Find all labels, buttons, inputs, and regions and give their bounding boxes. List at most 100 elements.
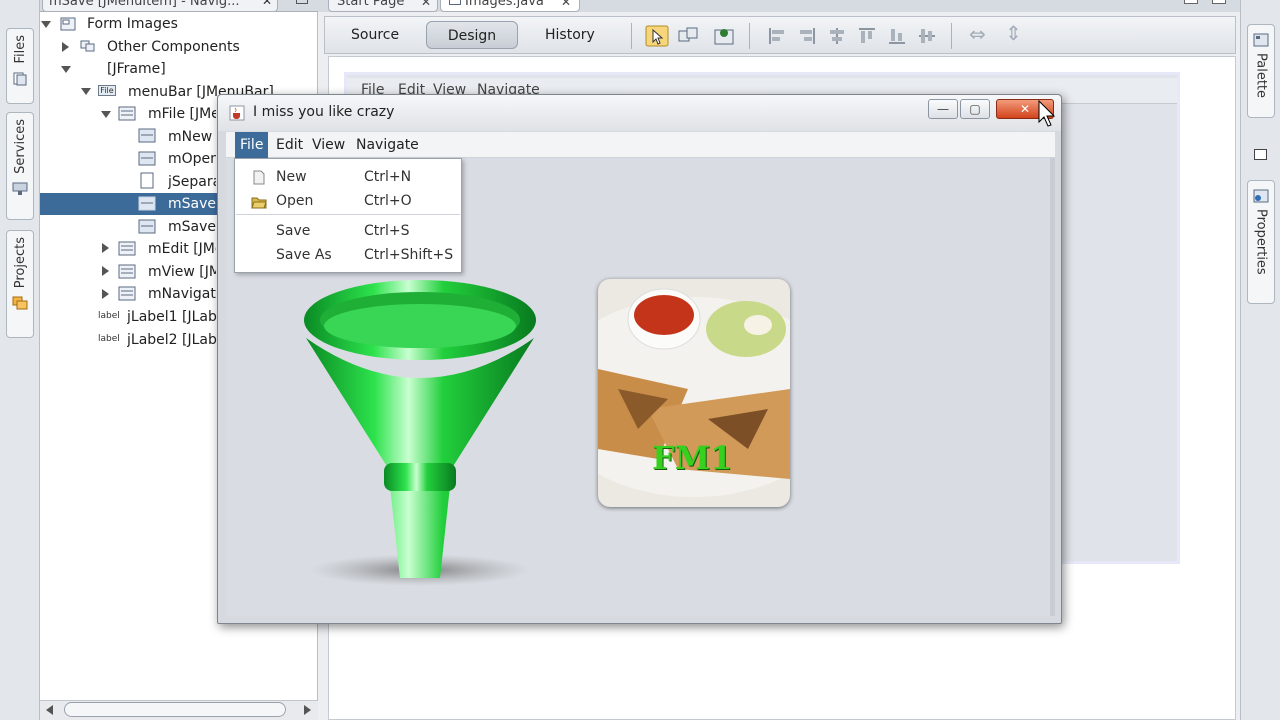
- editor-tab-bar: Start Page ✕ Images.java ✕: [318, 0, 1240, 12]
- expand-down-icon[interactable]: [41, 21, 51, 28]
- menu-item-new-label: New: [276, 169, 307, 185]
- menubar-icon: File: [98, 85, 116, 96]
- components-icon: [80, 40, 95, 52]
- tree-item-jframe[interactable]: [JFrame]: [107, 58, 166, 80]
- mouse-cursor-icon: [1038, 100, 1056, 127]
- label-icon: label: [98, 334, 120, 344]
- menu-item-new-shortcut: Ctrl+N: [364, 169, 412, 185]
- selection-mode-icon[interactable]: [645, 25, 669, 47]
- expand-down-icon[interactable]: [101, 111, 111, 118]
- menu-item-save[interactable]: Save Ctrl+S: [235, 219, 461, 243]
- new-file-icon: [253, 170, 265, 185]
- connection-mode-icon[interactable]: [677, 25, 699, 47]
- align-top-icon[interactable]: [857, 26, 877, 46]
- open-folder-icon: [251, 197, 267, 209]
- tab-images-java-label: Images.java: [465, 0, 544, 9]
- menu-icon: [118, 264, 136, 279]
- tree-item-mopen[interactable]: mOpen: [168, 148, 216, 170]
- editor-toolbar: Source Design History ⇔ ⇕: [324, 16, 1236, 54]
- history-button[interactable]: History: [533, 21, 607, 49]
- navigator-tab-title: mSave [JMenuItem] - Navig...: [49, 0, 240, 9]
- expand-down-icon[interactable]: [81, 88, 91, 95]
- tree-item-mnew[interactable]: mNew: [168, 126, 216, 148]
- expand-right-icon[interactable]: [102, 289, 109, 299]
- properties-side-tab[interactable]: Properties: [1247, 180, 1275, 304]
- align-bottom-icon[interactable]: [887, 26, 907, 46]
- menu-icon: [118, 286, 136, 301]
- close-icon[interactable]: ✕: [421, 0, 431, 11]
- design-button[interactable]: Design: [426, 21, 518, 49]
- close-icon[interactable]: ✕: [561, 0, 571, 11]
- menu-edit[interactable]: Edit: [271, 132, 308, 158]
- palette-icon: [1253, 33, 1269, 47]
- files-icon: [13, 72, 27, 86]
- menu-file[interactable]: File: [235, 132, 269, 158]
- restore-window-icon[interactable]: [296, 0, 308, 4]
- projects-tab-label: Projects: [12, 237, 28, 289]
- left-side-strip: Files Services Projects: [0, 0, 40, 720]
- menu-item-new[interactable]: New Ctrl+N: [235, 165, 461, 189]
- menu-separator: [236, 214, 460, 215]
- menu-item-open-shortcut: Ctrl+O: [364, 193, 412, 209]
- scroll-left-icon[interactable]: [46, 705, 53, 715]
- content-scroll-edge: [1050, 158, 1055, 616]
- tree-item-jlabel1[interactable]: jLabel1 [JLabel]: [127, 306, 217, 328]
- restore-window-icon[interactable]: [1254, 149, 1267, 160]
- vertical-resize-icon[interactable]: ⇕: [1005, 21, 1022, 45]
- menu-navigate[interactable]: Navigate: [351, 132, 424, 158]
- window-title-bar[interactable]: I miss you like crazy — ▢ ✕: [218, 95, 1061, 131]
- expand-down-icon[interactable]: [61, 66, 71, 73]
- align-left-icon[interactable]: [767, 26, 787, 46]
- close-icon[interactable]: ✕: [262, 0, 272, 8]
- align-right-icon[interactable]: [797, 26, 817, 46]
- tree-item-other-components[interactable]: Other Components: [107, 36, 240, 58]
- menu-icon: [118, 106, 136, 121]
- preview-design-icon[interactable]: [713, 25, 735, 47]
- center-horizontal-icon[interactable]: [827, 26, 847, 46]
- java-file-icon: [449, 0, 461, 5]
- tab-start-page[interactable]: Start Page ✕: [328, 0, 438, 12]
- expand-right-icon[interactable]: [102, 243, 109, 253]
- menu-item-save-shortcut: Ctrl+S: [364, 223, 410, 239]
- tree-item-jlabel2[interactable]: jLabel2 [JLabel]: [127, 329, 217, 351]
- tree-item-mview[interactable]: mView [JMenu]: [148, 261, 216, 283]
- menuitem-icon: [138, 128, 156, 143]
- restore-editor-icon[interactable]: [1212, 0, 1226, 4]
- menu-view[interactable]: View: [307, 132, 350, 158]
- scrollbar-thumb[interactable]: [64, 702, 286, 717]
- projects-icon: [12, 296, 28, 310]
- tree-item-msave[interactable]: mSave: [168, 193, 216, 215]
- tree-item-mfile[interactable]: mFile [JMenu]: [148, 103, 216, 125]
- toolbar-divider: [951, 23, 952, 49]
- menu-item-save-as[interactable]: Save As Ctrl+Shift+S: [235, 243, 461, 267]
- tab-images-java[interactable]: Images.java ✕: [440, 0, 580, 12]
- fm1-text: FM1: [652, 439, 733, 477]
- source-button[interactable]: Source: [339, 21, 411, 49]
- center-vertical-icon[interactable]: [917, 26, 937, 46]
- maximize-button[interactable]: ▢: [960, 99, 990, 119]
- scroll-right-icon[interactable]: [304, 705, 311, 715]
- tree-item-jseparator[interactable]: jSeparator: [168, 171, 216, 193]
- horizontal-resize-icon[interactable]: ⇔: [969, 22, 986, 46]
- minimize-button[interactable]: —: [928, 99, 958, 119]
- tree-item-mnavigate[interactable]: mNavigate [JMenu]: [148, 283, 216, 305]
- services-side-tab[interactable]: Services: [6, 112, 34, 220]
- tree-item-form-images[interactable]: Form Images: [87, 13, 178, 35]
- navigator-tab[interactable]: mSave [JMenuItem] - Navig...: [42, 0, 278, 11]
- properties-tab-label: Properties: [1253, 209, 1269, 275]
- toolbar-divider: [631, 23, 632, 49]
- java-cup-icon: [229, 105, 245, 121]
- menuitem-icon: [138, 151, 156, 166]
- projects-side-tab[interactable]: Projects: [6, 230, 34, 338]
- services-tab-label: Services: [12, 119, 28, 174]
- tree-item-medit[interactable]: mEdit [JMenu]: [148, 238, 216, 260]
- palette-side-tab[interactable]: Palette: [1247, 24, 1275, 118]
- maximize-editor-icon[interactable]: [1184, 0, 1198, 4]
- expand-right-icon[interactable]: [62, 42, 69, 52]
- tree-item-msaveas[interactable]: mSaveAs: [168, 216, 216, 238]
- funnel-image: [304, 280, 536, 586]
- menu-item-open[interactable]: Open Ctrl+O: [235, 189, 461, 213]
- expand-right-icon[interactable]: [102, 266, 109, 276]
- files-side-tab[interactable]: Files: [6, 28, 34, 104]
- navigator-tab-bar: mSave [JMenuItem] - Navig... ✕: [40, 0, 318, 12]
